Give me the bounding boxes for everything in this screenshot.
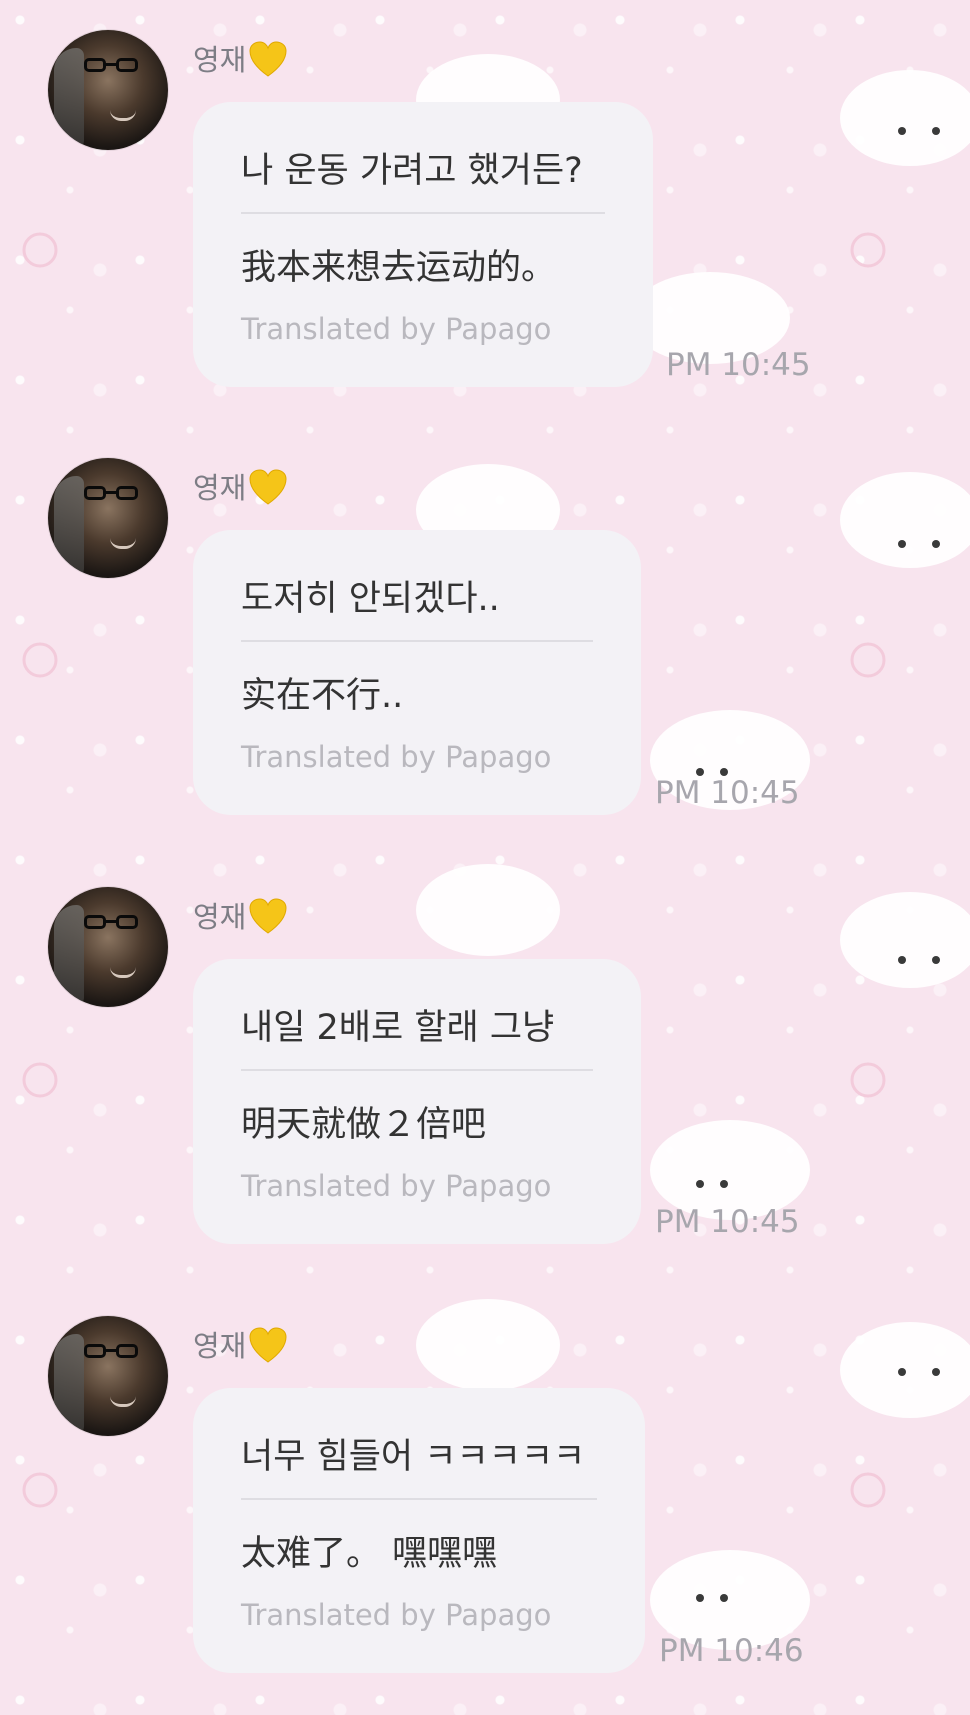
message-bubble[interactable]: 너무 힘들어 ㅋㅋㅋㅋㅋ 太难了。 嘿嘿嘿 Translated by Papa… (193, 1388, 645, 1673)
sender-name[interactable]: 영재 (193, 891, 288, 939)
avatar-mouth (110, 1396, 136, 1407)
sender-name[interactable]: 영재 (193, 1320, 288, 1368)
bubble-divider (241, 212, 605, 214)
message-row: 영재 나 운동 가려고 했거든? 我本来想去运动的。 Translated by… (0, 0, 970, 392)
translation-credit: Translated by Papago (241, 1598, 552, 1632)
avatar-hood (54, 48, 84, 148)
bubble-divider (241, 640, 593, 642)
avatar-mouth (110, 538, 136, 549)
message-original-text: 도저히 안되겠다.. (241, 579, 500, 619)
message-translated-text: 明天就做２倍吧 (241, 1105, 487, 1145)
message-row: 영재 내일 2배로 할래 그냥 明天就做２倍吧 Translated by Pa… (0, 857, 970, 1249)
message-translated-text: 我本来想去运动的。 (241, 248, 557, 288)
avatar-mouth (110, 967, 136, 978)
avatar-glasses (84, 486, 138, 502)
avatar[interactable] (48, 1316, 168, 1436)
sender-name-text: 영재 (193, 900, 247, 934)
translation-credit: Translated by Papago (241, 312, 552, 346)
message-bubble[interactable]: 나 운동 가려고 했거든? 我本来想去运动的。 Translated by Pa… (193, 102, 653, 387)
avatar[interactable] (48, 887, 168, 1007)
translation-credit: Translated by Papago (241, 740, 552, 774)
message-row: 영재 너무 힘들어 ㅋㅋㅋㅋㅋ 太难了。 嘿嘿嘿 Translated by P… (0, 1286, 970, 1678)
message-bubble[interactable]: 도저히 안되겠다.. 实在不行.. Translated by Papago (193, 530, 641, 815)
bubble-divider (241, 1498, 597, 1500)
message-timestamp: PM 10:45 (655, 1204, 800, 1240)
message-original-text: 너무 힘들어 ㅋㅋㅋㅋㅋ (241, 1437, 586, 1477)
message-translated-text: 太难了。 嘿嘿嘿 (241, 1534, 498, 1574)
avatar-glasses (84, 1344, 138, 1360)
message-row: 영재 도저히 안되겠다.. 实在不行.. Translated by Papag… (0, 428, 970, 820)
message-timestamp: PM 10:46 (659, 1633, 804, 1669)
sender-name[interactable]: 영재 (193, 34, 288, 82)
avatar[interactable] (48, 458, 168, 578)
sender-name-text: 영재 (193, 1329, 247, 1363)
message-bubble[interactable]: 내일 2배로 할래 그냥 明天就做２倍吧 Translated by Papag… (193, 959, 641, 1244)
yellow-heart-icon (249, 469, 287, 505)
sender-name-text: 영재 (193, 43, 247, 77)
yellow-heart-icon (249, 41, 287, 77)
yellow-heart-icon (249, 1327, 287, 1363)
avatar-glasses (84, 58, 138, 74)
avatar-hood (54, 1334, 84, 1434)
avatar-hood (54, 476, 84, 576)
avatar-mouth (110, 110, 136, 121)
message-original-text: 나 운동 가려고 했거든? (241, 151, 583, 191)
avatar-glasses (84, 915, 138, 931)
message-timestamp: PM 10:45 (655, 775, 800, 811)
message-translated-text: 实在不行.. (241, 676, 404, 716)
translation-credit: Translated by Papago (241, 1169, 552, 1203)
sender-name-text: 영재 (193, 471, 247, 505)
bubble-divider (241, 1069, 593, 1071)
message-timestamp: PM 10:45 (666, 347, 811, 383)
yellow-heart-icon (249, 898, 287, 934)
sender-name[interactable]: 영재 (193, 462, 288, 510)
avatar-hood (54, 905, 84, 1005)
message-original-text: 내일 2배로 할래 그냥 (241, 1008, 555, 1048)
avatar[interactable] (48, 30, 168, 150)
